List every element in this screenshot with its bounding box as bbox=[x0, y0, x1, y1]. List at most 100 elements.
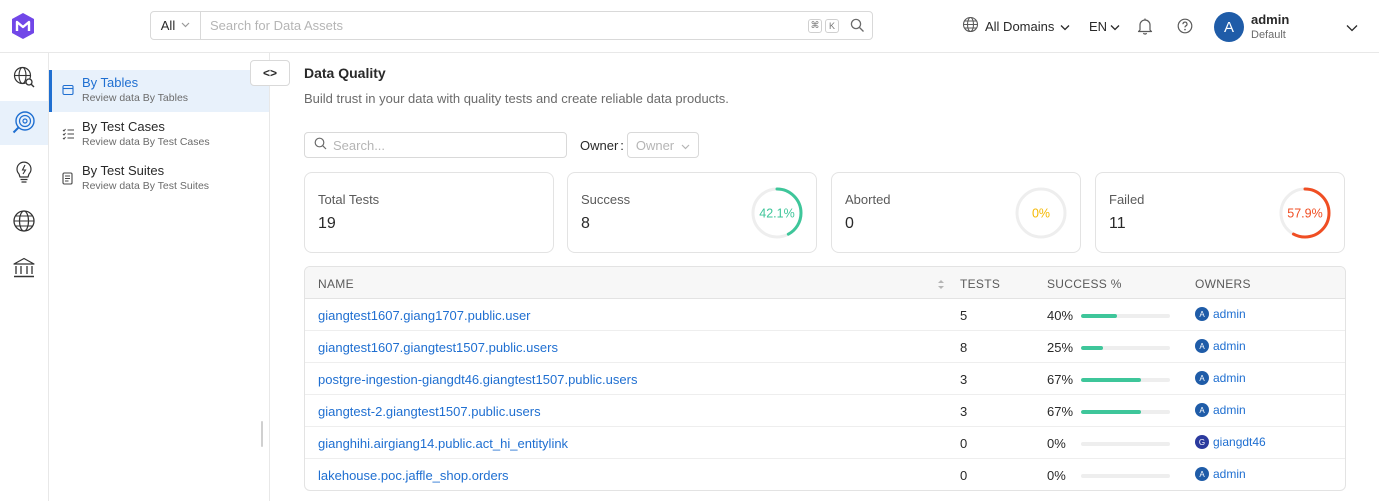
collapse-sidebar-button[interactable]: <> bbox=[250, 60, 290, 86]
shortcut-k-key: K bbox=[825, 18, 839, 33]
owner-filter-label: Owner: bbox=[580, 138, 624, 153]
subnav-item-title: By Tables bbox=[82, 75, 139, 90]
subnav-item-subtitle: Review data By Test Suites bbox=[82, 180, 210, 192]
chevron-down-icon bbox=[1060, 19, 1070, 34]
subnav-item-by-tables[interactable]: By Tables Review data By Tables bbox=[49, 70, 269, 112]
subnav-item-title: By Test Suites bbox=[82, 163, 165, 178]
success-progress-ring: 42.1% bbox=[751, 187, 803, 239]
tests-count: 3 bbox=[960, 372, 968, 387]
success-progress-fill bbox=[1081, 378, 1141, 382]
column-header-tests: TESTS bbox=[960, 277, 1001, 291]
table-name-link[interactable]: giangtest1607.giang1707.public.user bbox=[318, 308, 531, 323]
table-row: lakehouse.poc.jaffle_shop.orders 0 0% Aadmi… bbox=[305, 459, 1345, 490]
column-header-name[interactable]: NAME bbox=[318, 277, 354, 291]
owner-filter-dropdown[interactable]: Owner bbox=[627, 132, 699, 158]
owner-name: giangdt46 bbox=[1213, 435, 1266, 449]
success-percent: 67% bbox=[1047, 404, 1074, 419]
owner-avatar: A bbox=[1195, 467, 1209, 481]
owner-cell[interactable]: Aadmin bbox=[1195, 467, 1246, 481]
app-logo-icon[interactable] bbox=[9, 12, 37, 40]
insights-icon[interactable] bbox=[0, 149, 48, 193]
ring-percent-label: 0% bbox=[1032, 207, 1050, 221]
failed-progress-ring: 57.9% bbox=[1279, 187, 1331, 239]
global-search-bar: All Search for Data Assets ⌘ K bbox=[150, 11, 873, 40]
owner-cell[interactable]: Aadmin bbox=[1195, 403, 1246, 417]
ring-percent-label: 42.1% bbox=[759, 207, 794, 221]
card-label: Aborted bbox=[845, 192, 891, 207]
success-progress-fill bbox=[1081, 410, 1141, 414]
success-progress-bar bbox=[1081, 346, 1170, 350]
success-progress-bar bbox=[1081, 378, 1170, 382]
summary-card-success: Success 8 42.1% bbox=[567, 172, 817, 253]
domains-icon[interactable] bbox=[0, 199, 48, 243]
owner-cell[interactable]: Ggiangdt46 bbox=[1195, 435, 1266, 449]
table-name-link[interactable]: giangtest1607.giangtest1507.public.users bbox=[318, 340, 558, 355]
owner-name: admin bbox=[1213, 339, 1246, 353]
search-icon[interactable] bbox=[842, 18, 872, 33]
table-name-link[interactable]: lakehouse.poc.jaffle_shop.orders bbox=[318, 468, 509, 483]
table-name-link[interactable]: gianghihi.airgiang14.public.act_hi_entit… bbox=[318, 436, 568, 451]
domain-selector[interactable]: All Domains bbox=[962, 15, 1070, 37]
ring-percent-label: 57.9% bbox=[1287, 207, 1322, 221]
resize-handle[interactable] bbox=[261, 421, 263, 447]
table-name-link[interactable]: giangtest-2.giangtest1507.public.users bbox=[318, 404, 541, 419]
user-menu-chevron-icon[interactable] bbox=[1346, 20, 1358, 35]
search-filter-label: All bbox=[160, 18, 176, 33]
table-row: gianghihi.airgiang14.public.act_hi_entit… bbox=[305, 427, 1345, 459]
card-value: 11 bbox=[1109, 215, 1126, 232]
domains-label: All Domains bbox=[985, 18, 1055, 34]
table-name-link[interactable]: postgre-ingestion-giangdt46.giangtest150… bbox=[318, 372, 637, 387]
language-selector[interactable]: EN bbox=[1089, 15, 1120, 37]
owner-avatar: G bbox=[1195, 435, 1209, 449]
data-quality-subnav: By Tables Review data By Tables By Test … bbox=[49, 53, 270, 501]
tests-count: 8 bbox=[960, 340, 968, 355]
chevron-down-icon bbox=[181, 20, 190, 31]
sort-icon[interactable] bbox=[937, 278, 945, 293]
owner-cell[interactable]: Aadmin bbox=[1195, 371, 1246, 385]
global-search-input[interactable]: Search for Data Assets bbox=[201, 18, 808, 33]
card-value: 8 bbox=[581, 215, 590, 232]
table-icon bbox=[62, 84, 74, 99]
explore-icon[interactable] bbox=[0, 55, 48, 99]
owner-name: admin bbox=[1213, 307, 1246, 321]
card-label: Total Tests bbox=[318, 192, 380, 207]
top-bar: All Search for Data Assets ⌘ K All Domai… bbox=[0, 0, 1379, 53]
aborted-progress-ring: 0% bbox=[1015, 187, 1067, 239]
success-progress-bar bbox=[1081, 442, 1170, 446]
tests-count: 3 bbox=[960, 404, 968, 419]
success-progress-bar bbox=[1081, 314, 1170, 318]
help-icon[interactable] bbox=[1177, 18, 1193, 37]
card-value: 19 bbox=[318, 215, 336, 232]
owner-avatar: A bbox=[1195, 371, 1209, 385]
table-row: giangtest1607.giang1707.public.user 5 40% A… bbox=[305, 299, 1345, 331]
user-role: Default bbox=[1251, 29, 1286, 41]
success-progress-fill bbox=[1081, 314, 1117, 318]
owner-placeholder: Owner bbox=[635, 137, 675, 153]
card-label: Failed bbox=[1109, 192, 1145, 207]
user-avatar[interactable]: A bbox=[1214, 12, 1244, 42]
user-name[interactable]: admin bbox=[1251, 12, 1289, 27]
table-row: giangtest1607.giangtest1507.public.users… bbox=[305, 331, 1345, 363]
tests-count: 0 bbox=[960, 436, 968, 451]
search-filter-dropdown[interactable]: All bbox=[151, 12, 201, 39]
summary-card-total-tests: Total Tests 19 bbox=[304, 172, 554, 253]
table-header: NAME TESTS SUCCESS % OWNERS bbox=[305, 267, 1345, 299]
globe-icon bbox=[962, 16, 979, 36]
page-title: Data Quality bbox=[304, 65, 386, 81]
owner-cell[interactable]: Aadmin bbox=[1195, 339, 1246, 353]
owner-avatar: A bbox=[1195, 339, 1209, 353]
summary-card-aborted: Aborted 0 0% bbox=[831, 172, 1081, 253]
card-value: 0 bbox=[845, 215, 854, 232]
success-percent: 0% bbox=[1047, 468, 1066, 483]
governance-icon[interactable] bbox=[0, 246, 48, 290]
table-row: giangtest-2.giangtest1507.public.users 3 6… bbox=[305, 395, 1345, 427]
success-progress-bar bbox=[1081, 474, 1170, 478]
chevron-down-icon bbox=[1110, 19, 1120, 34]
notification-bell-icon[interactable] bbox=[1137, 17, 1153, 38]
owner-cell[interactable]: Aadmin bbox=[1195, 307, 1246, 321]
tests-count: 0 bbox=[960, 468, 968, 483]
table-search-input[interactable]: Search... bbox=[304, 132, 567, 158]
subnav-item-by-test-cases[interactable]: By Test Cases Review data By Test Cases bbox=[49, 114, 269, 156]
observability-icon[interactable] bbox=[0, 101, 48, 145]
subnav-item-by-test-suites[interactable]: By Test Suites Review data By Test Suite… bbox=[49, 158, 269, 200]
